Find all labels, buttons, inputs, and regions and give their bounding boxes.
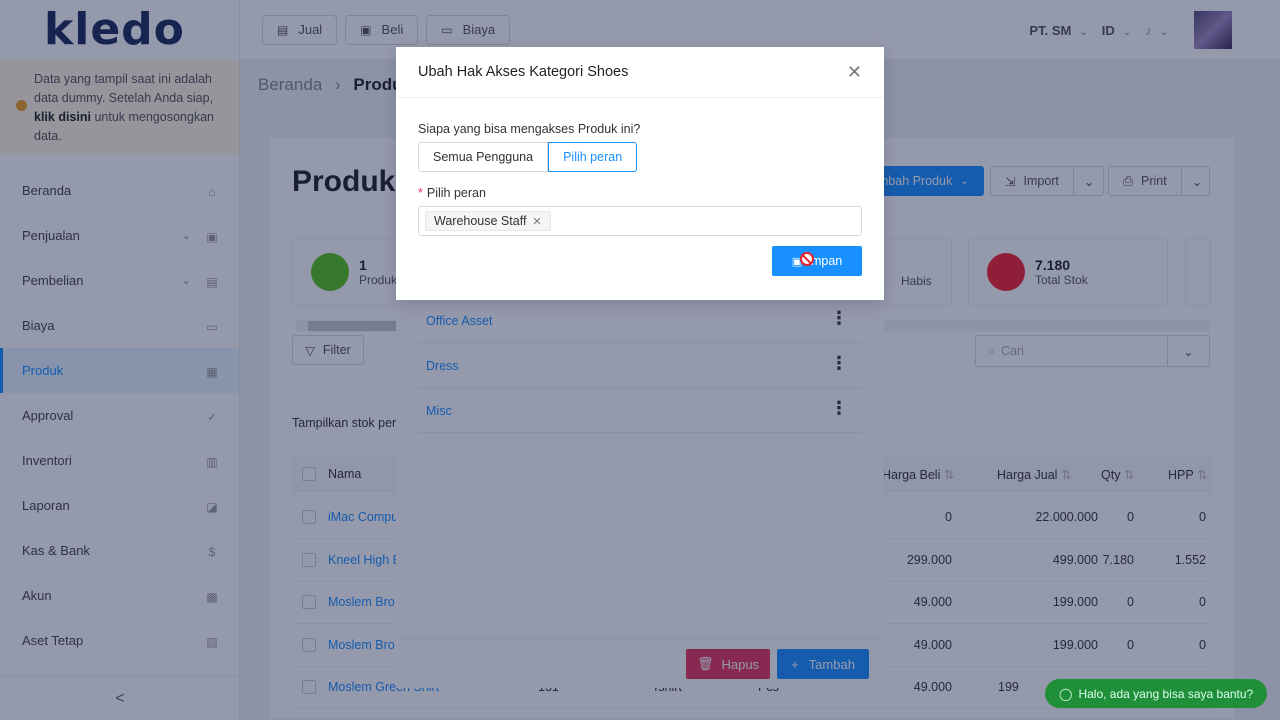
access-question: Siapa yang bisa mengakses Produk ini? xyxy=(418,122,641,136)
access-radio-group: Semua Pengguna Pilih peran xyxy=(418,142,862,172)
modal-header: Ubah Hak Akses Kategori Shoes ✕ xyxy=(396,47,884,98)
role-field-label: * Pilih peran xyxy=(418,186,862,200)
role-tag-label: Warehouse Staff xyxy=(434,214,527,228)
tag-close-icon[interactable]: ✕ xyxy=(532,215,541,228)
radio-all-users[interactable]: Semua Pengguna xyxy=(418,142,549,172)
modal-body: Siapa yang bisa mengakses Produk ini? Se… xyxy=(396,98,884,276)
role-select[interactable]: Warehouse Staff ✕ xyxy=(418,206,862,236)
chat-icon: ◯ xyxy=(1059,686,1073,701)
save-row: ▣ impan xyxy=(418,246,862,276)
close-icon[interactable]: ✕ xyxy=(847,62,862,83)
role-field-label-text: Pilih peran xyxy=(426,186,486,200)
save-button[interactable]: ▣ impan xyxy=(772,246,862,276)
required-mark: * xyxy=(418,186,423,200)
access-modal: Ubah Hak Akses Kategori Shoes ✕ Siapa ya… xyxy=(396,47,884,300)
not-allowed-cursor-icon xyxy=(800,252,814,266)
role-tag: Warehouse Staff ✕ xyxy=(425,211,551,231)
radio-select-role[interactable]: Pilih peran xyxy=(548,142,638,172)
modal-title: Ubah Hak Akses Kategori Shoes xyxy=(418,64,629,80)
chat-widget[interactable]: ◯ Halo, ada yang bisa saya bantu? xyxy=(1045,679,1267,708)
chat-label: Halo, ada yang bisa saya bantu? xyxy=(1078,686,1254,701)
